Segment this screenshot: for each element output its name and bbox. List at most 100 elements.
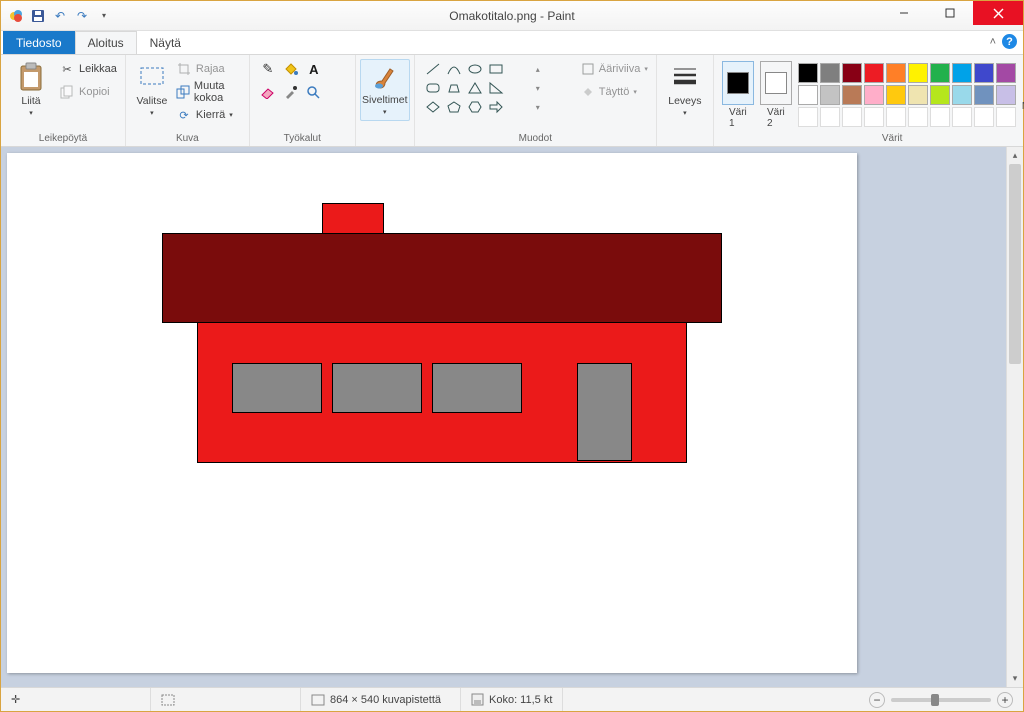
pentagon-shape-icon[interactable] xyxy=(444,97,464,117)
collapse-ribbon-icon[interactable]: ˄ xyxy=(990,36,996,48)
palette-swatch[interactable] xyxy=(842,63,862,83)
outline-icon xyxy=(581,62,595,76)
maximize-button[interactable] xyxy=(927,1,973,25)
outline-label: Ääriviiva xyxy=(599,63,641,75)
diamond-shape-icon[interactable] xyxy=(423,97,443,117)
palette-swatch[interactable] xyxy=(908,63,928,83)
tab-view[interactable]: Näytä xyxy=(137,31,194,54)
drawing-door xyxy=(577,363,632,461)
palette-swatch[interactable] xyxy=(908,85,928,105)
palette-swatch[interactable] xyxy=(974,63,994,83)
resize-button[interactable]: Muuta kokoa xyxy=(176,82,241,102)
zoom-in-button[interactable]: + xyxy=(997,692,1013,708)
rotate-button[interactable]: ⟳ Kierrä ▾ xyxy=(176,105,241,125)
undo-icon[interactable]: ↶ xyxy=(51,7,69,25)
palette-swatch[interactable] xyxy=(864,107,884,127)
crop-icon xyxy=(176,61,192,77)
zoom-slider[interactable] xyxy=(891,698,991,702)
pencil-icon[interactable]: ✎ xyxy=(258,59,278,79)
oval-shape-icon[interactable] xyxy=(465,59,485,79)
palette-swatch[interactable] xyxy=(798,85,818,105)
palette-swatch[interactable] xyxy=(952,85,972,105)
drawing-window xyxy=(332,363,422,413)
fill-icon[interactable] xyxy=(281,59,301,79)
tab-home[interactable]: Aloitus xyxy=(75,31,137,54)
color-picker-icon[interactable] xyxy=(281,82,301,102)
tab-file[interactable]: Tiedosto xyxy=(3,31,75,54)
help-icon[interactable]: ? xyxy=(1002,34,1017,49)
palette-swatch[interactable] xyxy=(886,63,906,83)
paste-button[interactable]: Liitä ▾ xyxy=(9,59,53,119)
canvas[interactable] xyxy=(7,153,857,673)
palette-swatch[interactable] xyxy=(930,85,950,105)
group-clipboard-label: Leikepöytä xyxy=(39,131,87,144)
copy-button[interactable]: Kopioi xyxy=(59,82,117,102)
palette-swatch[interactable] xyxy=(798,107,818,127)
color2-button[interactable]: Väri 2 xyxy=(760,61,792,129)
resize-icon xyxy=(176,84,190,100)
cursor-icon: ✛ xyxy=(11,693,20,706)
palette-swatch[interactable] xyxy=(842,107,862,127)
dimensions-text: 864 × 540 kuvapistettä xyxy=(330,694,441,706)
triangle-shape-icon[interactable] xyxy=(465,78,485,98)
palette-swatch[interactable] xyxy=(820,107,840,127)
shapes-scroll-up-icon[interactable]: ▴ xyxy=(528,59,548,79)
fill-button[interactable]: Täyttö ▾ xyxy=(581,82,648,102)
palette-swatch[interactable] xyxy=(842,85,862,105)
palette-swatch[interactable] xyxy=(908,107,928,127)
palette-swatch[interactable] xyxy=(886,107,906,127)
palette-swatch[interactable] xyxy=(996,63,1016,83)
text-icon[interactable]: A xyxy=(304,59,324,79)
palette-swatch[interactable] xyxy=(974,107,994,127)
palette-swatch[interactable] xyxy=(974,85,994,105)
rounded-rect-shape-icon[interactable] xyxy=(423,78,443,98)
palette-swatch[interactable] xyxy=(798,63,818,83)
curve-shape-icon[interactable] xyxy=(444,59,464,79)
palette-swatch[interactable] xyxy=(930,63,950,83)
shapes-scroll-down-icon[interactable]: ▾ xyxy=(528,78,548,98)
outline-button[interactable]: Ääriviiva ▾ xyxy=(581,59,648,79)
qat-dropdown-icon[interactable]: ▾ xyxy=(95,7,113,25)
right-triangle-shape-icon[interactable] xyxy=(486,78,506,98)
redo-icon[interactable]: ↷ xyxy=(73,7,91,25)
palette-swatch[interactable] xyxy=(930,107,950,127)
magnifier-icon[interactable] xyxy=(304,82,324,102)
rectangle-shape-icon[interactable] xyxy=(486,59,506,79)
brushes-button[interactable]: Siveltimet ▾ xyxy=(360,59,410,121)
zoom-slider-knob[interactable] xyxy=(931,694,939,706)
size-button[interactable]: Leveys ▾ xyxy=(663,59,707,119)
eraser-icon[interactable] xyxy=(258,82,278,102)
palette-swatch[interactable] xyxy=(820,63,840,83)
minimize-button[interactable] xyxy=(881,1,927,25)
arrow-right-shape-icon[interactable] xyxy=(486,97,506,117)
cut-button[interactable]: ✂ Leikkaa xyxy=(59,59,117,79)
palette-swatch[interactable] xyxy=(996,85,1016,105)
window-title: Omakotitalo.png - Paint xyxy=(1,9,1023,23)
palette-swatch[interactable] xyxy=(996,107,1016,127)
palette-swatch[interactable] xyxy=(952,107,972,127)
zoom-out-button[interactable]: − xyxy=(869,692,885,708)
crop-button[interactable]: Rajaa xyxy=(176,59,241,79)
vertical-scrollbar[interactable]: ▴ ▾ xyxy=(1006,147,1023,687)
selection-icon xyxy=(161,694,175,706)
line-shape-icon[interactable] xyxy=(423,59,443,79)
save-icon[interactable] xyxy=(29,7,47,25)
color-palette xyxy=(798,63,1016,127)
hexagon-shape-icon[interactable] xyxy=(465,97,485,117)
palette-swatch[interactable] xyxy=(864,85,884,105)
shapes-gallery[interactable]: ▴ ▾ ▾ xyxy=(423,59,569,115)
canvas-area: ▴ ▾ xyxy=(1,147,1023,687)
scroll-thumb[interactable] xyxy=(1009,164,1021,364)
scroll-down-icon[interactable]: ▾ xyxy=(1007,670,1023,687)
polygon-shape-icon[interactable] xyxy=(444,78,464,98)
palette-swatch[interactable] xyxy=(952,63,972,83)
filesize-text: Koko: 11,5 kt xyxy=(489,694,552,706)
scroll-up-icon[interactable]: ▴ xyxy=(1007,147,1023,164)
select-button[interactable]: Valitse ▾ xyxy=(134,59,170,119)
close-button[interactable] xyxy=(973,1,1023,25)
shapes-more-icon[interactable]: ▾ xyxy=(528,97,548,117)
palette-swatch[interactable] xyxy=(864,63,884,83)
color1-button[interactable]: Väri 1 xyxy=(722,61,754,129)
palette-swatch[interactable] xyxy=(886,85,906,105)
palette-swatch[interactable] xyxy=(820,85,840,105)
